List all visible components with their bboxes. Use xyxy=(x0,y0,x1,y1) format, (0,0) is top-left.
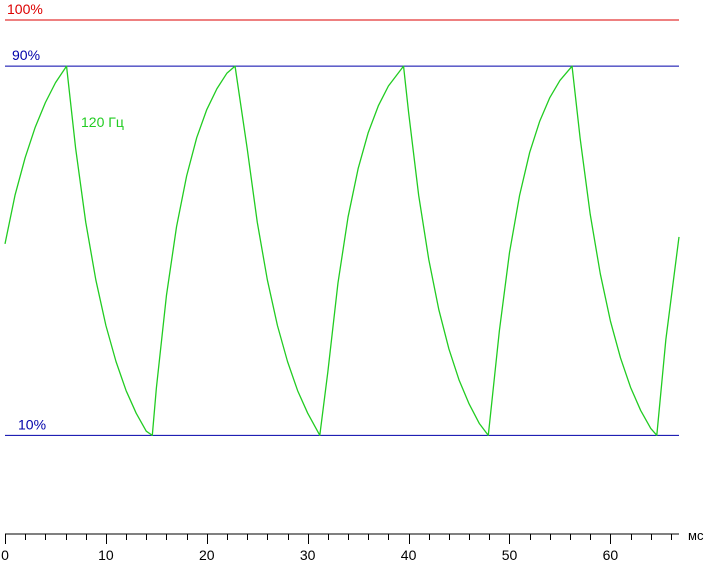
x-tick-label: 30 xyxy=(300,547,316,562)
ref-label-10pct: 10% xyxy=(18,416,46,432)
x-tick-label: 50 xyxy=(502,547,518,562)
response-time-chart: 100% 90% 10% 120 Гц 0 10 20 30 40 50 60 мс xyxy=(1,1,704,562)
x-tick-label: 20 xyxy=(199,547,215,562)
x-unit-label: мс xyxy=(688,528,704,543)
series-layer: 120 Гц xyxy=(4,65,680,436)
x-tick-label: 40 xyxy=(401,547,417,562)
reference-lines: 100% 90% 10% xyxy=(5,1,679,436)
x-tick-label: 60 xyxy=(603,547,619,562)
x-tick-label: 10 xyxy=(98,547,114,562)
ref-label-90pct: 90% xyxy=(12,47,40,63)
x-axis: 0 10 20 30 40 50 60 мс xyxy=(1,528,704,562)
series-label: 120 Гц xyxy=(81,114,124,130)
ref-label-100pct: 100% xyxy=(7,1,43,17)
x-tick-label: 0 xyxy=(1,547,9,562)
